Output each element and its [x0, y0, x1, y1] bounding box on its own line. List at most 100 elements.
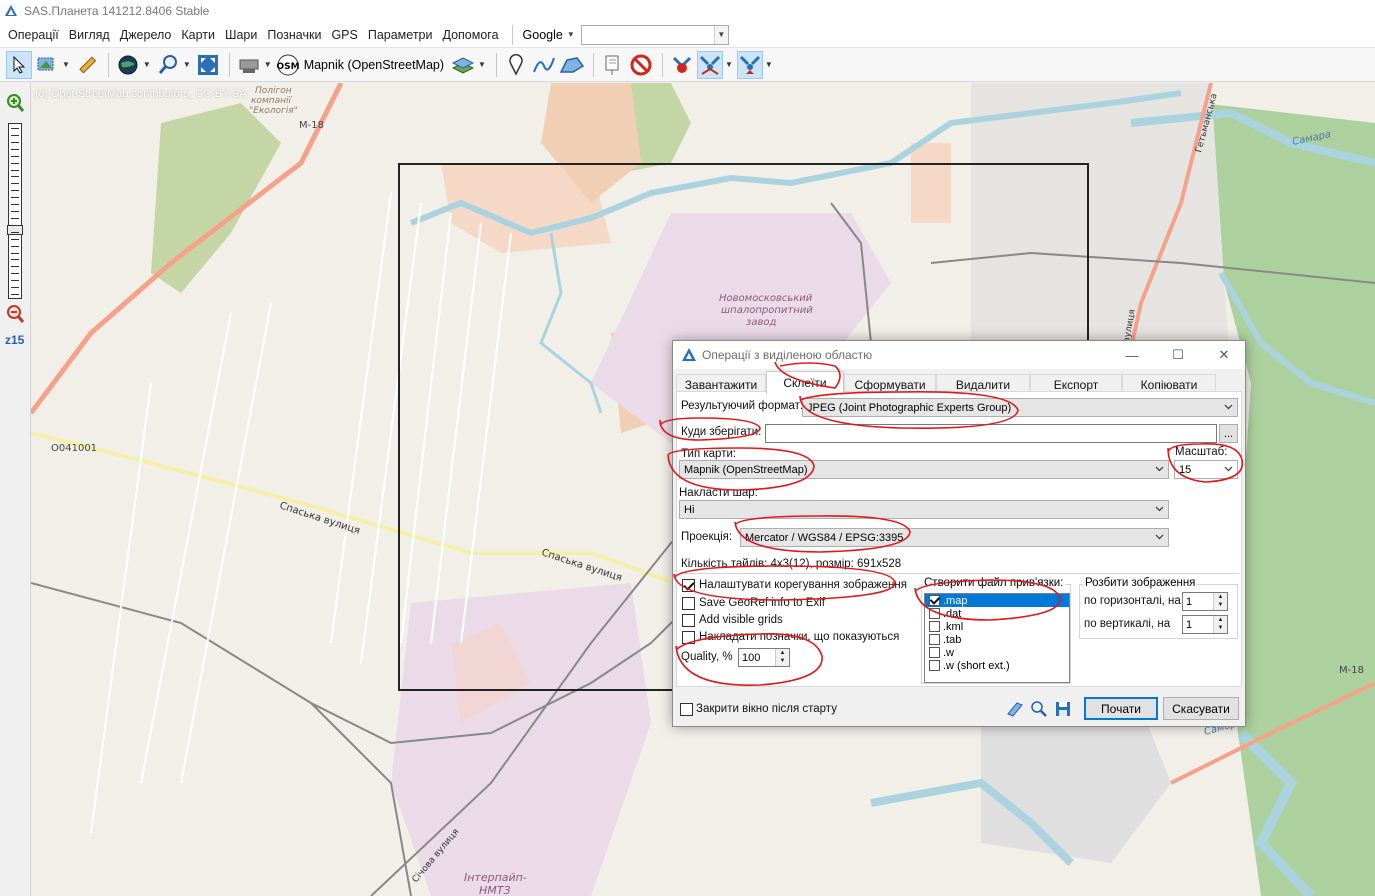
georef-item-kml[interactable]: .kml: [925, 620, 1069, 633]
zoom-slider-tick: [11, 280, 19, 282]
placemarks-visible-button[interactable]: [600, 51, 626, 79]
quality-spinner[interactable]: 100 ▲ ▼: [738, 648, 790, 667]
scale-select[interactable]: 15: [1174, 460, 1238, 479]
maximize-icon[interactable]: ☐: [1155, 341, 1201, 369]
satellite-source-button[interactable]: [236, 51, 262, 79]
menu-placemarks[interactable]: Позначки: [262, 28, 326, 42]
georef-exif-checkbox[interactable]: [682, 597, 695, 610]
projection-select[interactable]: Mercator / WGS84 / EPSG:3395: [740, 528, 1169, 547]
georef-group: Створити файл прив'язки: .map .dat .kml …: [921, 577, 1071, 684]
dialog-title-bar[interactable]: Операції з виділеною областю — ☐ ✕: [673, 341, 1245, 369]
no-entry-icon: [630, 54, 652, 75]
layers-button[interactable]: [450, 51, 476, 79]
chevron-down-icon[interactable]: ▼: [62, 60, 70, 69]
georef-item-dat[interactable]: .dat: [925, 607, 1069, 620]
zoom-slider[interactable]: [7, 123, 23, 299]
menu-layers[interactable]: Шари: [220, 28, 262, 42]
hide-placemarks-button[interactable]: [628, 51, 654, 79]
spinner-buttons[interactable]: ▲ ▼: [1213, 593, 1227, 610]
georef-item-map[interactable]: .map: [925, 594, 1069, 607]
chevron-down-icon[interactable]: ▼: [765, 60, 773, 69]
format-select[interactable]: JPEG (Joint Photographic Experts Group): [802, 398, 1238, 417]
save-path-input[interactable]: [765, 424, 1217, 443]
overlay-placemarks-checkbox[interactable]: [682, 631, 695, 644]
menu-view[interactable]: Вигляд: [64, 28, 115, 42]
selection-tool-button[interactable]: [34, 51, 60, 79]
arrow-down-icon[interactable]: ▼: [1214, 601, 1227, 609]
add-path-button[interactable]: [531, 51, 557, 79]
select-tool-button[interactable]: [6, 50, 32, 79]
chevron-down-icon[interactable]: ▼: [143, 60, 151, 69]
gps-track-button[interactable]: [696, 50, 723, 79]
minimize-icon[interactable]: —: [1109, 341, 1155, 369]
close-after-start-checkbox[interactable]: [680, 703, 693, 716]
add-polygon-button[interactable]: [559, 51, 585, 79]
save-icon[interactable]: [1053, 699, 1073, 719]
split-horizontal-spinner[interactable]: 1 ▲ ▼: [1182, 592, 1228, 611]
map-type-select[interactable]: Mapnik (OpenStreetMap): [679, 460, 1169, 479]
overlay-label: Накласти шар:: [679, 487, 758, 499]
overlay-placemarks-label: Накладати позначки, що показуються: [699, 631, 900, 643]
tab-stitch[interactable]: Склеїти: [766, 371, 844, 394]
arrow-down-icon[interactable]: ▼: [776, 657, 789, 665]
ruler-tool-button[interactable]: [74, 51, 100, 79]
cancel-button[interactable]: Скасувати: [1163, 697, 1239, 720]
menu-gps[interactable]: GPS: [326, 28, 362, 42]
georef-w-short-checkbox[interactable]: [929, 660, 940, 671]
arrow-up-icon[interactable]: ▲: [1214, 616, 1227, 624]
path-line-icon: [533, 57, 555, 72]
georef-map-checkbox[interactable]: [929, 595, 940, 606]
chevron-down-icon[interactable]: ▼: [183, 60, 191, 69]
spinner-buttons[interactable]: ▲ ▼: [775, 649, 789, 666]
start-button[interactable]: Почати: [1084, 697, 1158, 720]
road-label-m18: М-18: [299, 120, 324, 131]
menu-maps[interactable]: Карти: [176, 28, 220, 42]
browse-button[interactable]: ...: [1219, 424, 1238, 443]
path-tool-icon[interactable]: [1005, 699, 1025, 719]
close-icon[interactable]: ✕: [1201, 341, 1247, 369]
menu-bar: Операції Вигляд Джерело Карти Шари Позна…: [0, 22, 1375, 48]
georef-dat-checkbox[interactable]: [929, 608, 940, 619]
placemark-pin-icon: [509, 53, 523, 76]
gps-center-button[interactable]: [736, 50, 763, 79]
arrow-down-icon[interactable]: ▼: [1214, 624, 1227, 632]
georef-item-w-short[interactable]: .w (short ext.): [925, 659, 1069, 672]
visible-grids-checkbox[interactable]: [682, 614, 695, 627]
gps-connect-button[interactable]: [669, 51, 695, 79]
menu-operations[interactable]: Операції: [0, 28, 64, 42]
globe-tool-button[interactable]: [115, 51, 141, 79]
georef-w-checkbox[interactable]: [929, 647, 940, 658]
split-vertical-spinner[interactable]: 1 ▲ ▼: [1182, 615, 1228, 634]
zoom-to-selection-icon[interactable]: [1029, 699, 1049, 719]
menu-help[interactable]: Допомога: [437, 28, 503, 42]
menu-source[interactable]: Джерело: [115, 28, 177, 42]
chevron-down-icon[interactable]: ▼: [713, 25, 728, 44]
georef-list[interactable]: .map .dat .kml .tab .w .w (short ext.): [924, 593, 1070, 683]
pin-list-icon: [605, 55, 619, 75]
format-label: Результуючий формат:: [681, 400, 804, 412]
fullscreen-button[interactable]: [195, 51, 221, 79]
overlay-select[interactable]: Ні: [679, 500, 1169, 519]
georef-item-tab[interactable]: .tab: [925, 633, 1069, 646]
map-source-button[interactable]: OSM Mapnik (OpenStreetMap): [276, 51, 448, 79]
search-input[interactable]: ▼: [580, 24, 729, 45]
georef-item-label: .tab: [943, 633, 962, 646]
arrow-up-icon[interactable]: ▲: [1214, 593, 1227, 601]
add-point-button[interactable]: [503, 51, 529, 79]
zoom-slider-thumb[interactable]: [7, 224, 23, 235]
zoom-tool-button[interactable]: [155, 51, 181, 79]
chevron-down-icon[interactable]: ▼: [478, 60, 486, 69]
chevron-down-icon[interactable]: ▼: [264, 60, 272, 69]
georef-item-w[interactable]: .w: [925, 646, 1069, 659]
menu-settings[interactable]: Параметри: [363, 28, 438, 42]
image-correction-checkbox[interactable]: [682, 579, 695, 592]
chevron-down-icon[interactable]: ▼: [725, 60, 733, 69]
zoom-in-icon[interactable]: [5, 93, 25, 113]
georef-item-label: .kml: [943, 620, 964, 633]
zoom-out-icon[interactable]: [5, 304, 25, 324]
georef-tab-checkbox[interactable]: [929, 634, 940, 645]
spinner-buttons[interactable]: ▲ ▼: [1213, 616, 1227, 633]
georef-kml-checkbox[interactable]: [929, 621, 940, 632]
search-provider-select[interactable]: Google ▼: [521, 28, 577, 42]
arrow-up-icon[interactable]: ▲: [776, 649, 789, 657]
